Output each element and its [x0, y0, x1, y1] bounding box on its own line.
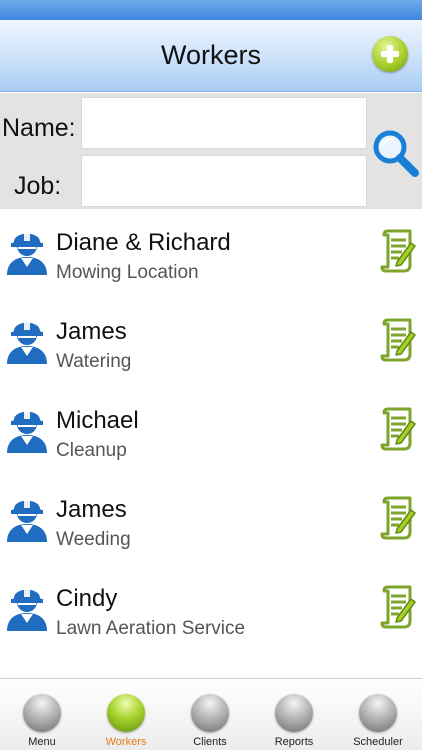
worker-row[interactable]: Cindy Lawn Aeration Service	[0, 565, 422, 654]
worker-job: Mowing Location	[56, 262, 199, 283]
tab-label: Reports	[274, 736, 314, 748]
worker-name: James	[56, 496, 127, 523]
edit-icon[interactable]	[380, 407, 416, 451]
search-icon[interactable]	[370, 128, 420, 178]
worker-job: Watering	[56, 351, 132, 372]
tab-clients[interactable]: Clients	[168, 679, 252, 750]
worker-row[interactable]: James Weeding	[0, 476, 422, 565]
worker-job: Weeding	[56, 529, 131, 550]
edit-icon[interactable]	[380, 229, 416, 273]
title-bar: Workers	[0, 20, 422, 92]
tab-label: Scheduler	[353, 736, 403, 748]
worker-row[interactable]: Michael Cleanup	[0, 387, 422, 476]
worker-name: Diane & Richard	[56, 229, 231, 256]
worker-job: Lawn Aeration Service	[56, 618, 246, 639]
edit-icon[interactable]	[380, 318, 416, 362]
status-bar	[0, 0, 422, 20]
search-panel: Name: Job:	[0, 93, 422, 209]
add-worker-button[interactable]	[372, 36, 408, 72]
worker-name: Michael	[56, 407, 139, 434]
tab-scheduler[interactable]: Scheduler	[336, 679, 420, 750]
bottom-tab-bar: Menu Workers Clients Reports Scheduler	[0, 678, 422, 750]
worker-row[interactable]: Diane & Richard Mowing Location	[0, 209, 422, 298]
job-label: Job:	[14, 172, 62, 200]
edit-icon[interactable]	[380, 585, 416, 629]
worker-hardhat-icon	[7, 230, 47, 275]
tab-menu[interactable]: Menu	[0, 679, 84, 750]
job-search-input[interactable]	[81, 155, 367, 207]
tab-ball-icon	[275, 694, 313, 732]
tab-ball-icon	[191, 694, 229, 732]
worker-hardhat-icon	[7, 408, 47, 453]
name-label: Name:	[2, 114, 76, 142]
tab-workers[interactable]: Workers	[84, 679, 168, 750]
tab-ball-icon	[107, 694, 145, 732]
edit-icon[interactable]	[380, 496, 416, 540]
tab-label: Workers	[105, 736, 147, 748]
tab-reports[interactable]: Reports	[252, 679, 336, 750]
worker-hardhat-icon	[7, 586, 47, 631]
worker-job: Cleanup	[56, 440, 127, 461]
worker-row[interactable]: James Watering	[0, 298, 422, 387]
worker-hardhat-icon	[7, 497, 47, 542]
name-search-input[interactable]	[81, 97, 367, 149]
tab-ball-icon	[359, 694, 397, 732]
worker-name: Cindy	[56, 585, 118, 612]
worker-name: James	[56, 318, 127, 345]
tab-ball-icon	[23, 694, 61, 732]
worker-list: Diane & Richard Mowing Location James Wa…	[0, 209, 422, 654]
tab-label: Menu	[28, 736, 56, 748]
worker-hardhat-icon	[7, 319, 47, 364]
page-title: Workers	[160, 40, 261, 70]
tab-label: Clients	[193, 736, 227, 748]
